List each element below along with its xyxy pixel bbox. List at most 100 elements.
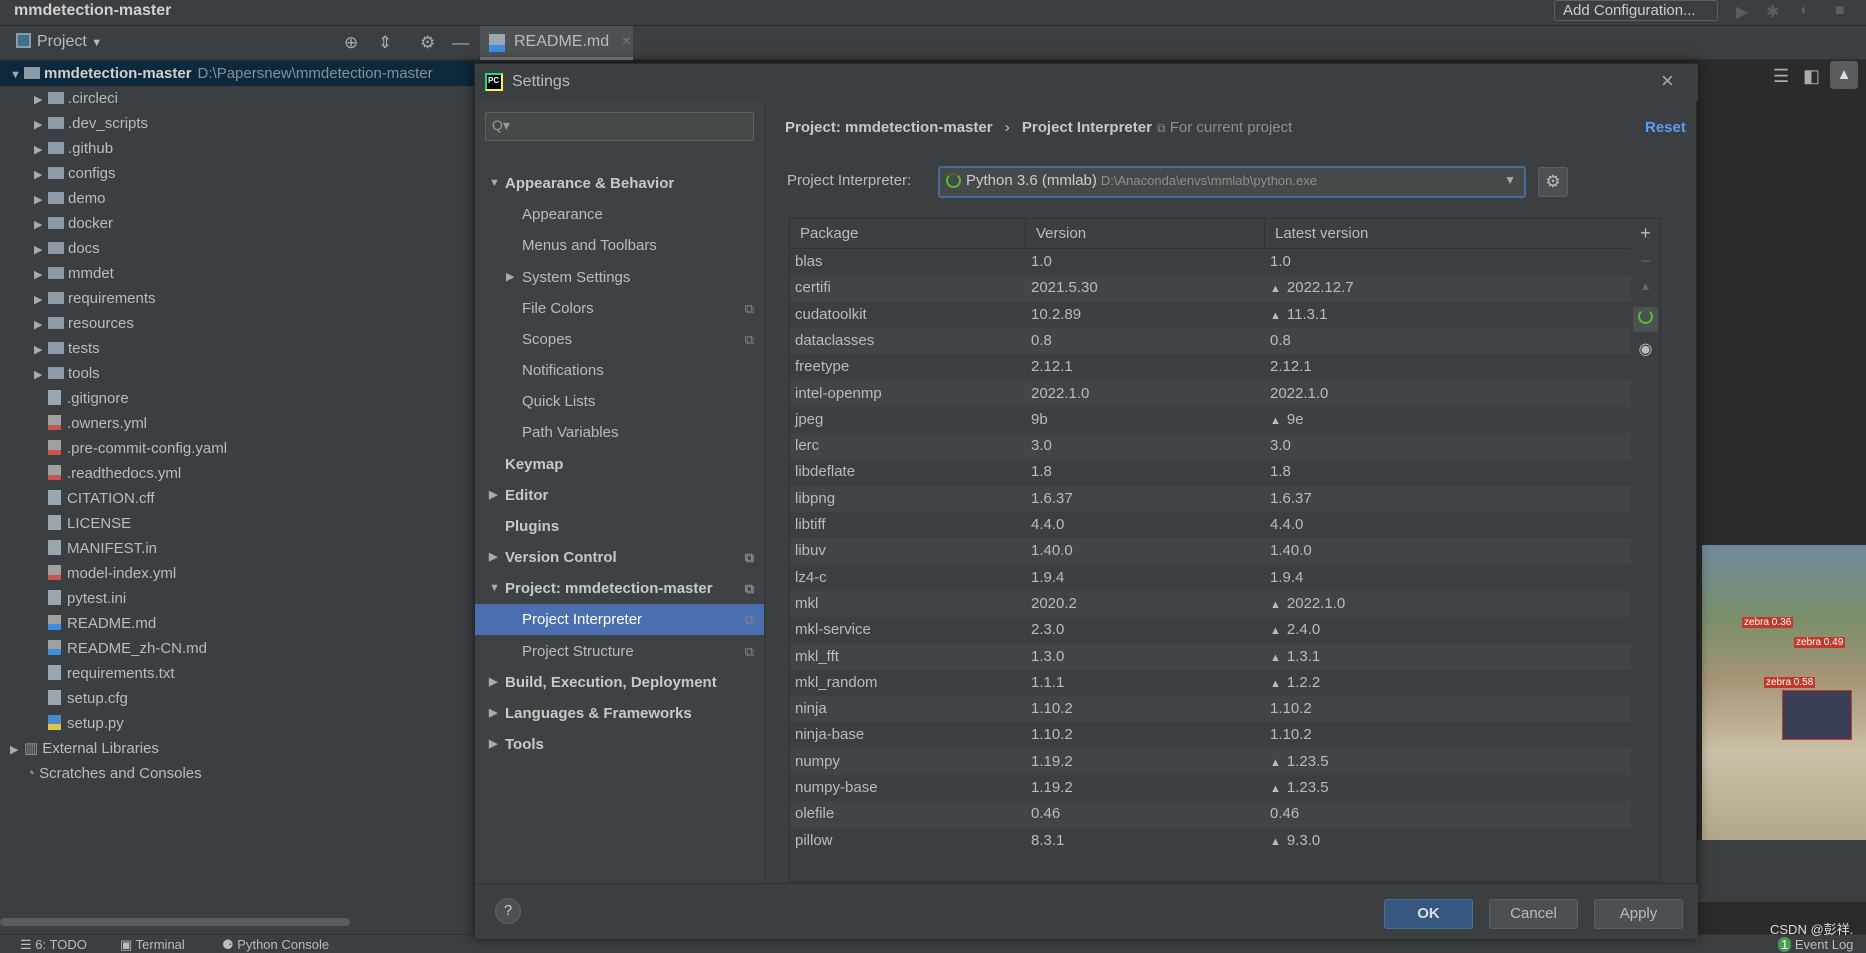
tree-item[interactable]: README.md — [0, 611, 474, 636]
sidebar-item[interactable]: Path Variables — [475, 417, 764, 448]
split-view-icon[interactable]: ◧ — [1803, 66, 1820, 87]
refresh-button[interactable] — [1633, 307, 1658, 332]
tree-item[interactable]: setup.cfg — [0, 686, 474, 711]
ok-button[interactable]: OK — [1384, 899, 1473, 929]
chevron-right-icon[interactable]: ▶ — [34, 138, 48, 163]
table-row[interactable]: lerc 3.0 3.0 — [790, 433, 1640, 460]
tree-item[interactable]: .gitignore — [0, 386, 474, 411]
tree-item[interactable]: ▶ .dev_scripts — [0, 111, 474, 136]
sidebar-item[interactable]: Plugins — [475, 511, 764, 542]
sidebar-item[interactable]: ▶ Version Control ⧉ — [475, 542, 764, 573]
sidebar-item[interactable]: ▶ Languages & Frameworks — [475, 698, 764, 729]
close-icon[interactable]: × — [622, 33, 631, 50]
sidebar-item[interactable]: Notifications — [475, 355, 764, 386]
collapse-all-icon[interactable]: ⇕ — [378, 33, 392, 53]
table-row[interactable]: ninja-base 1.10.2 1.10.2 — [790, 722, 1640, 748]
table-row[interactable]: libdeflate 1.8 1.8 — [790, 459, 1640, 485]
sidebar-item[interactable]: Quick Lists — [475, 386, 764, 417]
table-row[interactable]: freetype 2.12.1 2.12.1 — [790, 354, 1640, 380]
tree-item[interactable]: ▶ tools — [0, 361, 474, 386]
upgrade-package-icon[interactable]: ▲ — [1631, 279, 1660, 293]
tree-item[interactable]: ▶ demo — [0, 186, 474, 211]
tree-item[interactable]: README_zh-CN.md — [0, 636, 474, 661]
run-icon[interactable]: ▶ — [1736, 2, 1748, 22]
tree-item[interactable]: model-index.yml — [0, 561, 474, 586]
column-header-package[interactable]: Package — [790, 219, 1026, 249]
horizontal-scrollbar[interactable] — [0, 918, 350, 926]
reset-link[interactable]: Reset — [1645, 119, 1686, 136]
chevron-right-icon[interactable]: ▶ — [34, 213, 48, 238]
table-row[interactable]: libuv 1.40.0 1.40.0 — [790, 538, 1640, 565]
chevron-right-icon[interactable]: ▶ — [34, 263, 48, 288]
help-button[interactable]: ? — [495, 898, 521, 924]
locate-icon[interactable]: ⊕ — [344, 33, 358, 53]
table-row[interactable]: numpy-base 1.19.2 ▲ 1.23.5 — [790, 775, 1640, 801]
tree-item[interactable]: ▶ mmdet — [0, 261, 474, 286]
chevron-right-icon[interactable]: ▶ — [34, 288, 48, 313]
sidebar-item[interactable]: ▶ Tools — [475, 729, 764, 760]
eye-icon[interactable]: ◉ — [1631, 339, 1660, 359]
column-header-version[interactable]: Version — [1026, 219, 1265, 249]
apply-button[interactable]: Apply — [1594, 899, 1683, 929]
chevron-right-icon[interactable]: ▶ — [489, 480, 497, 511]
sidebar-item[interactable]: Appearance — [475, 199, 764, 230]
tree-item[interactable]: ▶ requirements — [0, 286, 474, 311]
sidebar-item[interactable]: ▶ System Settings — [475, 262, 764, 293]
chevron-right-icon[interactable]: ▶ — [506, 262, 514, 293]
sidebar-item[interactable]: File Colors ⧉ — [475, 293, 764, 324]
chevron-down-icon[interactable]: ▼ — [10, 63, 24, 88]
todo-tab[interactable]: ☰ 6: TODO — [20, 937, 87, 953]
add-configuration-button[interactable]: Add Configuration... — [1554, 0, 1718, 21]
sidebar-item[interactable]: ▶ Build, Execution, Deployment — [475, 667, 764, 698]
coverage-icon[interactable]: ◐ — [1800, 2, 1810, 20]
chevron-right-icon[interactable]: ▶ — [34, 363, 48, 388]
tree-item[interactable]: MANIFEST.in — [0, 536, 474, 561]
cancel-button[interactable]: Cancel — [1489, 899, 1578, 929]
tree-item[interactable]: requirements.txt — [0, 661, 474, 686]
python-console-tab[interactable]: ⚈ Python Console — [222, 937, 329, 953]
chevron-right-icon[interactable]: ▶ — [34, 163, 48, 188]
sidebar-item[interactable]: Project Structure ⧉ — [475, 636, 764, 667]
chevron-right-icon[interactable]: ▶ — [34, 238, 48, 263]
sidebar-item[interactable]: ▶ Editor — [475, 480, 764, 511]
table-row[interactable]: dataclasses 0.8 0.8 — [790, 327, 1640, 355]
tree-item[interactable]: .pre-commit-config.yaml — [0, 436, 474, 461]
sidebar-item[interactable]: ▼ Appearance & Behavior — [475, 168, 764, 199]
chevron-down-icon[interactable]: ▼ — [489, 168, 500, 199]
tree-item[interactable]: CITATION.cff — [0, 486, 474, 511]
chevron-right-icon[interactable]: ▶ — [489, 542, 497, 573]
tree-item[interactable]: pytest.ini — [0, 586, 474, 611]
add-package-icon[interactable]: + — [1631, 223, 1660, 244]
table-row[interactable]: pillow 8.3.1 ▲ 9.3.0 — [790, 828, 1640, 854]
table-row[interactable]: certifi 2021.5.30 ▲ 2022.12.7 — [790, 275, 1640, 302]
tree-item[interactable]: ◔ Scratches and Consoles — [0, 761, 474, 786]
close-icon[interactable]: × — [1661, 68, 1674, 94]
remove-package-icon[interactable]: − — [1631, 251, 1660, 272]
tree-item[interactable]: .owners.yml — [0, 411, 474, 436]
column-header-latest-version[interactable]: Latest version — [1265, 219, 1654, 249]
interpreter-select[interactable]: Python 3.6 (mmlab) D:\Anaconda\envs\mmlab… — [938, 166, 1526, 198]
settings-search-input[interactable]: Q▾ — [485, 112, 754, 141]
chevron-right-icon[interactable]: ▶ — [10, 738, 24, 763]
project-view-dropdown[interactable]: Project ▼ — [16, 33, 102, 51]
table-row[interactable]: blas 1.0 1.0 — [790, 249, 1640, 275]
tree-item[interactable]: ▶ .github — [0, 136, 474, 161]
tree-item[interactable]: ▶ configs — [0, 161, 474, 186]
sidebar-item[interactable]: Keymap — [475, 449, 764, 480]
gear-icon[interactable]: ⚙ — [420, 33, 435, 53]
table-row[interactable]: ninja 1.10.2 1.10.2 — [790, 696, 1640, 723]
sidebar-item[interactable]: Scopes ⧉ — [475, 324, 764, 355]
stop-icon[interactable]: ■ — [1835, 2, 1845, 20]
sidebar-item[interactable]: Menus and Toolbars — [475, 230, 764, 261]
table-row[interactable]: libpng 1.6.37 1.6.37 — [790, 485, 1640, 512]
chevron-right-icon[interactable]: ▶ — [34, 113, 48, 138]
chevron-right-icon[interactable]: ▶ — [34, 313, 48, 338]
chevron-right-icon[interactable]: ▶ — [34, 338, 48, 363]
sidebar-item[interactable]: ▼ Project: mmdetection-master ⧉ — [475, 573, 764, 604]
table-row[interactable]: mkl_random 1.1.1 ▲ 1.2.2 — [790, 670, 1640, 696]
editor-tab-readme[interactable]: README.md × — [480, 26, 633, 60]
tree-item[interactable]: ▶ ▥ External Libraries — [0, 736, 474, 761]
debug-icon[interactable]: ✱ — [1766, 2, 1779, 22]
interpreter-settings-button[interactable]: ⚙ — [1538, 167, 1568, 197]
table-row[interactable]: cudatoolkit 10.2.89 ▲ 11.3.1 — [790, 302, 1640, 328]
